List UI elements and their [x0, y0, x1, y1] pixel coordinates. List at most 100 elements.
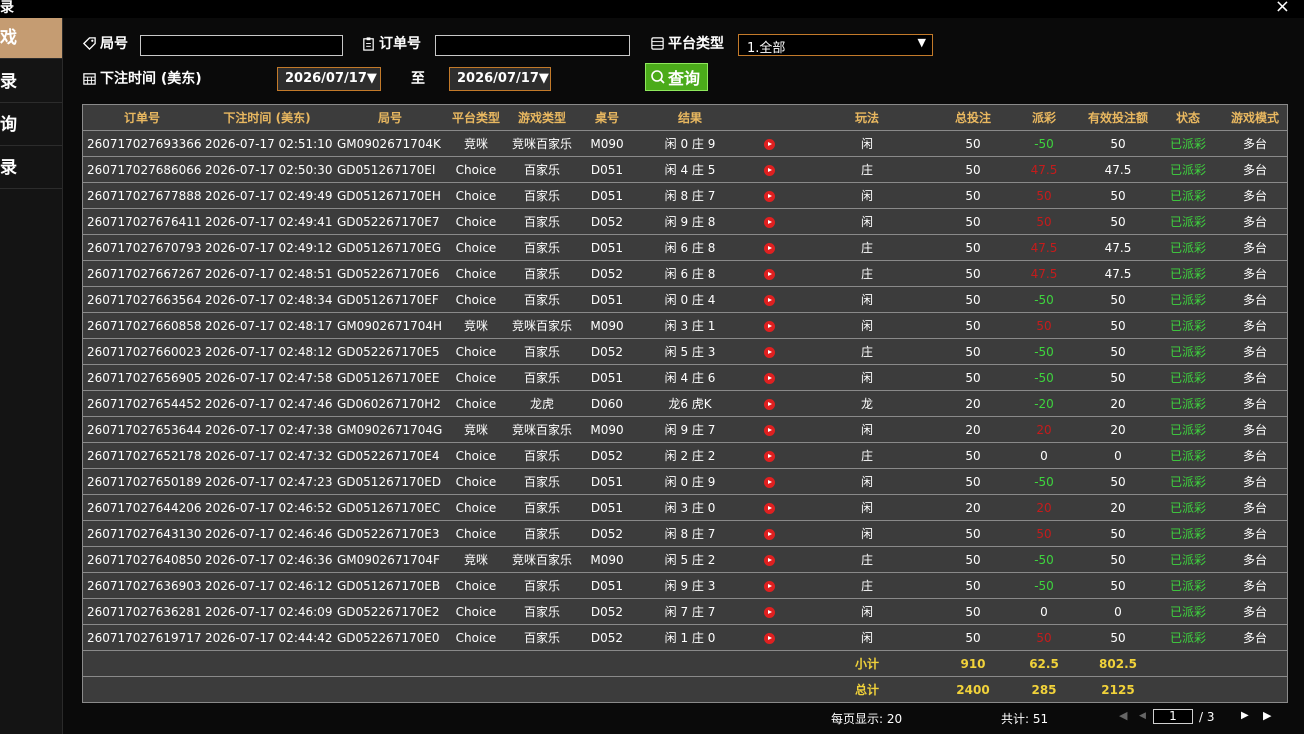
- game-mode: 多台: [1223, 416, 1287, 443]
- replay-cell[interactable]: [745, 364, 793, 391]
- play-icon[interactable]: [763, 190, 775, 202]
- replay-cell[interactable]: [745, 624, 793, 651]
- table-row[interactable]: 260717027693366 2026-07-17 02:51:10 GM0902…: [83, 130, 1287, 157]
- game-mode: 多台: [1223, 468, 1287, 495]
- current-page-input[interactable]: 1: [1153, 709, 1193, 724]
- table-row[interactable]: 260717027652178 2026-07-17 02:47:32 GD0522…: [83, 442, 1287, 469]
- result: 闲 0 庄 9: [635, 130, 745, 157]
- table-id: D051: [579, 156, 635, 183]
- table-row[interactable]: 260717027640850 2026-07-17 02:46:36 GM0902…: [83, 546, 1287, 573]
- next-page-icon[interactable]: ▶: [1241, 710, 1249, 721]
- replay-cell[interactable]: [745, 260, 793, 287]
- first-page-icon[interactable]: ◀: [1119, 709, 1127, 722]
- table-row[interactable]: 260717027653644 2026-07-17 02:47:38 GM0902…: [83, 416, 1287, 443]
- platform-select[interactable]: 1.全部 ▼: [738, 34, 933, 56]
- table-row[interactable]: 260717027670793 2026-07-17 02:49:12 GD0512…: [83, 234, 1287, 261]
- play-icon[interactable]: [763, 372, 775, 384]
- table-row[interactable]: 260717027667267 2026-07-17 02:48:51 GD0522…: [83, 260, 1287, 287]
- table-row[interactable]: 260717027654452 2026-07-17 02:47:46 GD0602…: [83, 390, 1287, 417]
- replay-cell[interactable]: [745, 234, 793, 261]
- replay-cell[interactable]: [745, 416, 793, 443]
- order-id: 260717027619717: [83, 624, 201, 651]
- result: 闲 9 庄 7: [635, 416, 745, 443]
- result: 闲 9 庄 8: [635, 208, 745, 235]
- play-icon[interactable]: [763, 606, 775, 618]
- sidebar-item-log[interactable]: 录: [0, 148, 62, 189]
- play-icon[interactable]: [763, 528, 775, 540]
- table-row[interactable]: 260717027663564 2026-07-17 02:48:34 GD0512…: [83, 286, 1287, 313]
- replay-cell[interactable]: [745, 468, 793, 495]
- play-icon[interactable]: [763, 294, 775, 306]
- replay-cell[interactable]: [745, 572, 793, 599]
- play-icon[interactable]: [763, 320, 775, 332]
- play-icon[interactable]: [763, 242, 775, 254]
- table-row[interactable]: 260717027636281 2026-07-17 02:46:09 GD0522…: [83, 598, 1287, 625]
- table-row[interactable]: 260717027650189 2026-07-17 02:47:23 GD0512…: [83, 468, 1287, 495]
- date-from-select[interactable]: 2026/07/17▼: [277, 67, 381, 91]
- play-icon[interactable]: [763, 476, 775, 488]
- replay-cell[interactable]: [745, 208, 793, 235]
- play-icon[interactable]: [763, 268, 775, 280]
- table-row[interactable]: 260717027676411 2026-07-17 02:49:41 GD0522…: [83, 208, 1287, 235]
- play-icon[interactable]: [763, 398, 775, 410]
- prev-page-icon[interactable]: ◀: [1139, 711, 1146, 721]
- play-icon[interactable]: [763, 346, 775, 358]
- replay-cell[interactable]: [745, 598, 793, 625]
- table-row[interactable]: 260717027677888 2026-07-17 02:49:49 GD0512…: [83, 182, 1287, 209]
- replay-cell[interactable]: [745, 286, 793, 313]
- replay-cell[interactable]: [745, 156, 793, 183]
- play-icon[interactable]: [763, 450, 775, 462]
- replay-cell[interactable]: [745, 546, 793, 573]
- play-icon[interactable]: [763, 502, 775, 514]
- close-icon[interactable]: ×: [1275, 0, 1290, 17]
- subtotal-payout: 62.5: [1005, 650, 1083, 677]
- to-label: 至: [411, 68, 425, 88]
- play-icon[interactable]: [763, 424, 775, 436]
- replay-cell[interactable]: [745, 312, 793, 339]
- sidebar-item-record[interactable]: 录: [0, 62, 62, 103]
- play-icon[interactable]: [763, 580, 775, 592]
- valid-bet: 47.5: [1083, 234, 1153, 261]
- play-icon[interactable]: [763, 164, 775, 176]
- table-row[interactable]: 260717027644206 2026-07-17 02:46:52 GD0512…: [83, 494, 1287, 521]
- replay-cell[interactable]: [745, 182, 793, 209]
- replay-cell[interactable]: [745, 442, 793, 469]
- bet-type: 闲: [793, 494, 941, 521]
- table-row[interactable]: 260717027636903 2026-07-17 02:46:12 GD0512…: [83, 572, 1287, 599]
- last-page-icon[interactable]: ▶: [1263, 709, 1271, 722]
- column-header: 玩法: [793, 105, 941, 131]
- play-icon[interactable]: [763, 216, 775, 228]
- table-id: D052: [579, 598, 635, 625]
- table-row[interactable]: 260717027656905 2026-07-17 02:47:58 GD0512…: [83, 364, 1287, 391]
- table-id: D052: [579, 208, 635, 235]
- payout: -50: [1005, 364, 1083, 391]
- bet-type: 闲: [793, 598, 941, 625]
- play-icon[interactable]: [763, 554, 775, 566]
- table-row[interactable]: 260717027660858 2026-07-17 02:48:17 GM0902…: [83, 312, 1287, 339]
- table-row[interactable]: 260717027619717 2026-07-17 02:44:42 GD0522…: [83, 624, 1287, 651]
- round-input[interactable]: [140, 35, 343, 56]
- sidebar-item-game[interactable]: 戏: [0, 18, 62, 59]
- platform: Choice: [447, 286, 505, 313]
- replay-cell[interactable]: [745, 520, 793, 547]
- query-button[interactable]: 查询: [645, 63, 708, 91]
- date-to-select[interactable]: 2026/07/17▼: [449, 67, 551, 91]
- result: 闲 4 庄 5: [635, 156, 745, 183]
- replay-cell[interactable]: [745, 494, 793, 521]
- table-id: D051: [579, 468, 635, 495]
- result: 闲 8 庄 7: [635, 520, 745, 547]
- total-bet: 50: [941, 234, 1005, 261]
- order-input[interactable]: [435, 35, 630, 56]
- play-icon[interactable]: [763, 138, 775, 150]
- table-row[interactable]: 260717027686066 2026-07-17 02:50:30 GD0512…: [83, 156, 1287, 183]
- table-id: D051: [579, 286, 635, 313]
- sidebar-item-query[interactable]: 询: [0, 105, 62, 146]
- status: 已派彩: [1153, 416, 1223, 443]
- table-row[interactable]: 260717027643130 2026-07-17 02:46:46 GD0522…: [83, 520, 1287, 547]
- game-mode: 多台: [1223, 286, 1287, 313]
- replay-cell[interactable]: [745, 130, 793, 157]
- table-row[interactable]: 260717027660023 2026-07-17 02:48:12 GD0522…: [83, 338, 1287, 365]
- play-icon[interactable]: [763, 632, 775, 644]
- replay-cell[interactable]: [745, 338, 793, 365]
- replay-cell[interactable]: [745, 390, 793, 417]
